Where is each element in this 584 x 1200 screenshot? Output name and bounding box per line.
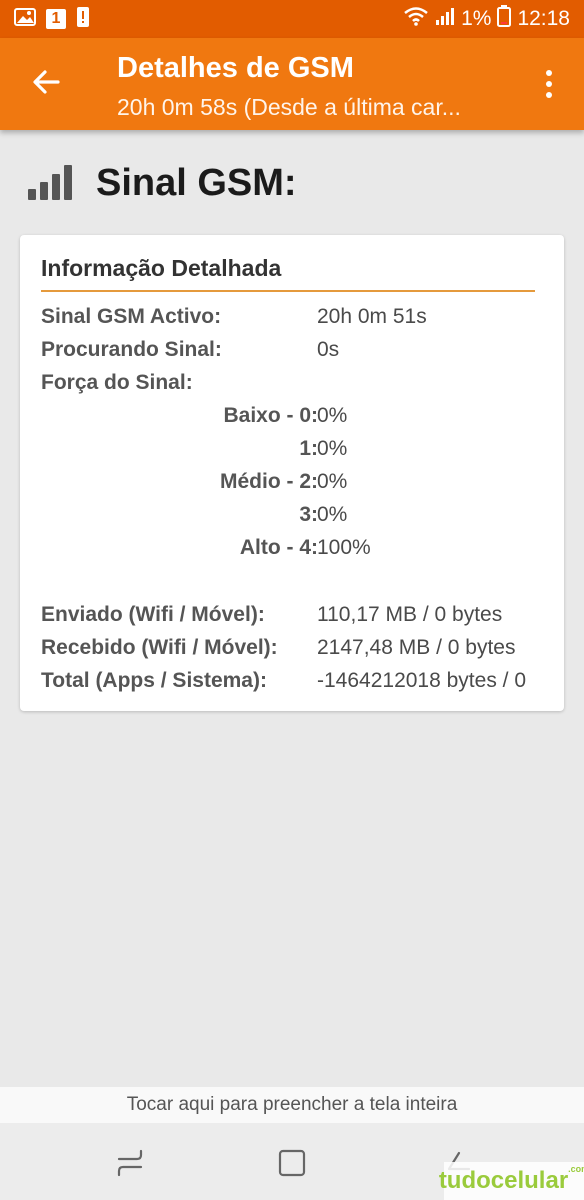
recent-apps-icon <box>117 1149 143 1177</box>
level-label: Baixo - 0: <box>223 404 318 427</box>
detail-label: Força do Sinal: <box>41 371 193 394</box>
level-value: 0% <box>317 503 348 526</box>
detail-row-active: Sinal GSM Activo: 20h 0m 51s <box>41 305 561 335</box>
status-bar: 1 1% 12:18 <box>0 0 584 38</box>
sim-icon: 1 <box>46 9 66 29</box>
signal-icon <box>435 6 455 32</box>
arrow-left-icon <box>33 70 60 94</box>
battery-percent: 1% <box>461 7 492 30</box>
menu-dot-icon <box>546 92 552 98</box>
watermark-text: tudocelular <box>438 1167 569 1194</box>
home-button[interactable] <box>270 1141 314 1185</box>
details-card: Informação Detalhada Sinal GSM Activo: 2… <box>20 235 564 711</box>
strength-level-row: 1: 0% <box>41 437 561 467</box>
watermark-logo: tudocelular.com <box>439 1162 584 1200</box>
level-value: 0% <box>317 470 348 493</box>
menu-dot-icon <box>546 81 552 87</box>
watermark-suffix: .com <box>568 1164 584 1174</box>
card-title: Informação Detalhada <box>41 255 282 281</box>
detail-label: Sinal GSM Activo: <box>41 305 222 328</box>
overflow-menu-button[interactable] <box>534 64 564 104</box>
detail-value: 20h 0m 51s <box>317 305 427 328</box>
alert-icon <box>76 6 90 33</box>
level-label: Alto - 4: <box>239 536 318 559</box>
app-subtitle: 20h 0m 58s (Desde a última car... <box>117 94 461 120</box>
home-icon <box>278 1149 306 1177</box>
level-value: 0% <box>317 404 348 427</box>
app-title: Detalhes de GSM <box>117 52 354 84</box>
detail-row-total: Total (Apps / Sistema): -1464212018 byte… <box>41 669 561 699</box>
signal-heading: Sinal GSM: <box>28 158 297 208</box>
menu-dot-icon <box>546 70 552 76</box>
status-right: 1% 12:18 <box>403 5 570 33</box>
level-label: Médio - 2: <box>220 470 318 493</box>
level-value: 0% <box>317 437 348 460</box>
recent-apps-button[interactable] <box>108 1141 152 1185</box>
detail-row-searching: Procurando Sinal: 0s <box>41 338 561 368</box>
detail-label: Total (Apps / Sistema): <box>41 669 267 692</box>
strength-level-row: Médio - 2: 0% <box>41 470 561 500</box>
app-bar: Detalhes de GSM 20h 0m 58s (Desde a últi… <box>0 38 584 130</box>
level-label: 1: <box>299 437 318 460</box>
detail-value: 110,17 MB / 0 bytes <box>317 603 503 626</box>
level-value: 100% <box>317 536 371 559</box>
detail-label: Procurando Sinal: <box>41 338 222 361</box>
detail-row-strength: Força do Sinal: <box>41 371 561 401</box>
level-label: 3: <box>299 503 318 526</box>
detail-value: 0s <box>317 338 340 361</box>
detail-row-sent: Enviado (Wifi / Móvel): 110,17 MB / 0 by… <box>41 603 561 633</box>
status-left: 1 <box>14 6 90 33</box>
heading-text: Sinal GSM: <box>96 161 297 204</box>
strength-level-row: Alto - 4: 100% <box>41 536 561 566</box>
detail-label: Enviado (Wifi / Móvel): <box>41 603 265 626</box>
wifi-icon <box>403 6 429 32</box>
battery-icon <box>497 5 512 33</box>
signal-strength-icon <box>28 165 72 200</box>
detail-value: 2147,48 MB / 0 bytes <box>317 636 516 659</box>
image-icon <box>14 7 36 31</box>
back-button[interactable] <box>24 60 68 104</box>
card-divider <box>41 290 535 292</box>
fill-screen-hint[interactable]: Tocar aqui para preencher a tela inteira <box>0 1087 584 1123</box>
strength-level-row: Baixo - 0: 0% <box>41 404 561 434</box>
detail-value: -1464212018 bytes / 0 <box>317 669 526 692</box>
detail-row-received: Recebido (Wifi / Móvel): 2147,48 MB / 0 … <box>41 636 561 666</box>
status-time: 12:18 <box>517 7 570 30</box>
strength-level-row: 3: 0% <box>41 503 561 533</box>
detail-label: Recebido (Wifi / Móvel): <box>41 636 278 659</box>
